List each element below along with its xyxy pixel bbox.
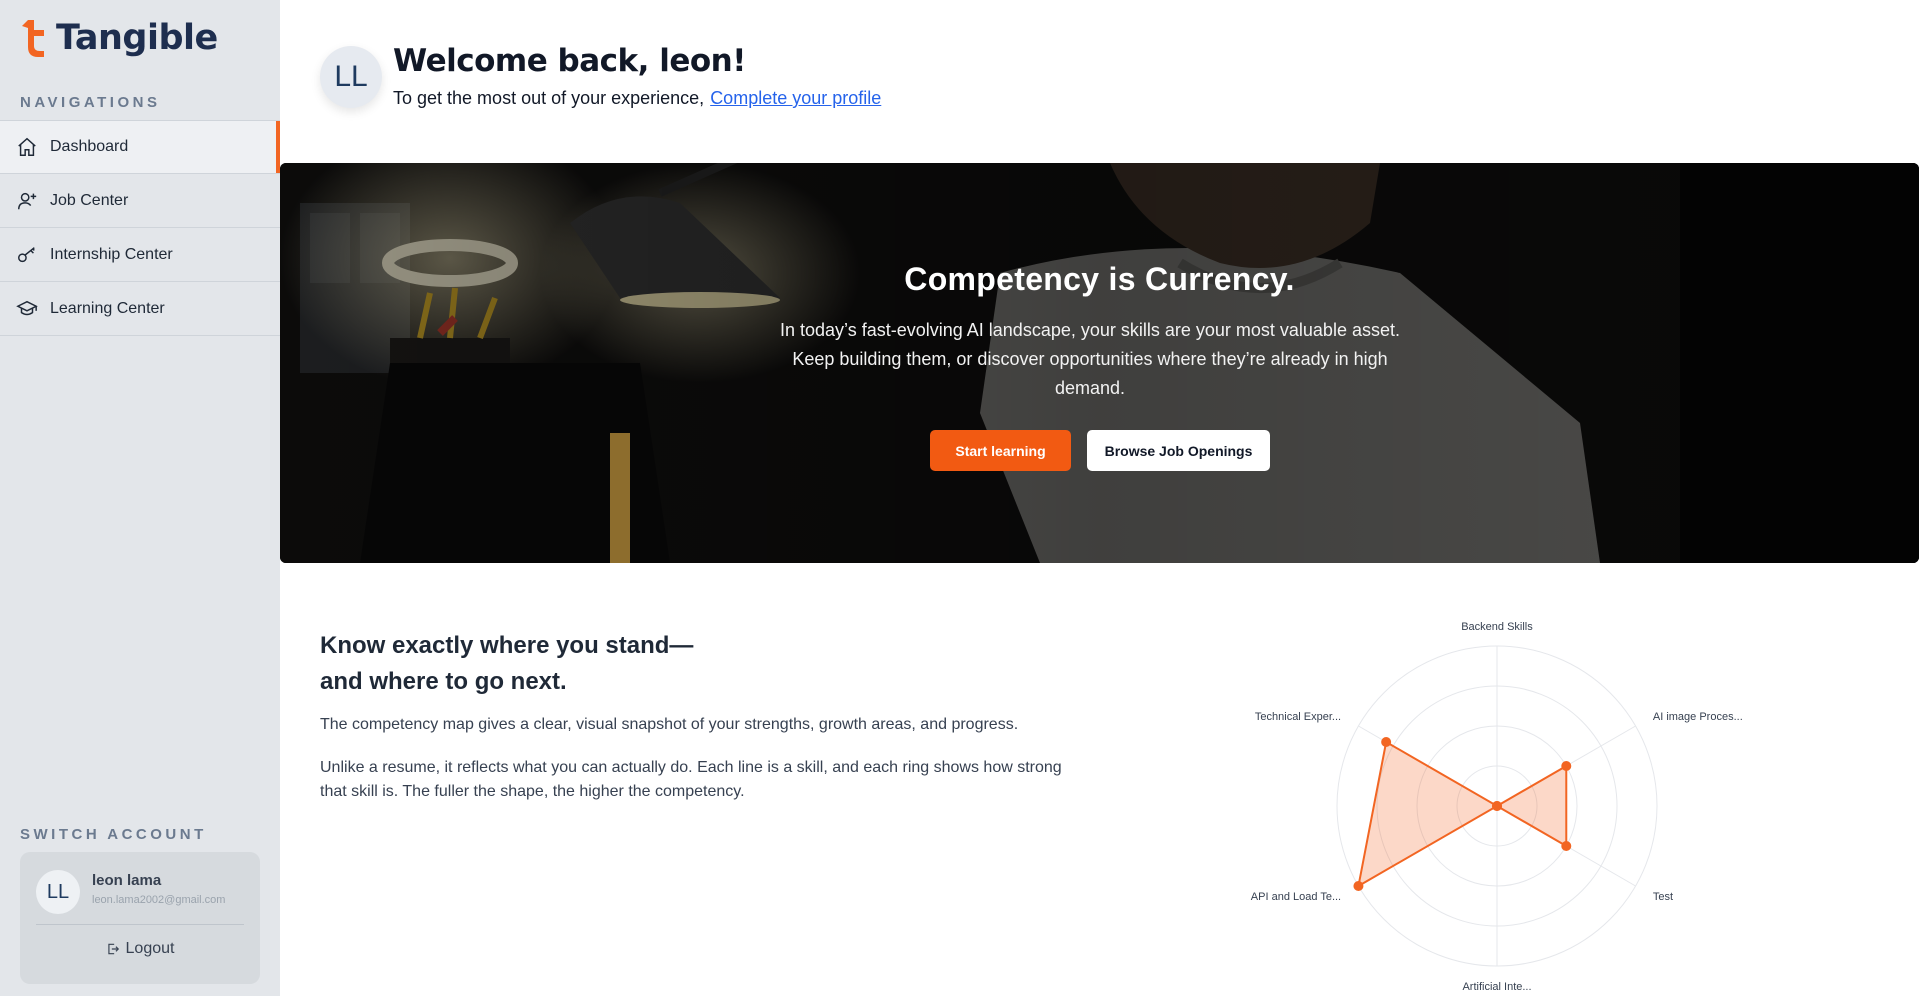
user-avatar[interactable]: LL: [320, 46, 382, 108]
nav-item-learning-center[interactable]: Learning Center: [0, 282, 280, 336]
competency-radar-chart: Backend Skills AI image Proces... Test Arti…: [1251, 621, 1743, 993]
nav-heading: NAVIGATIONS: [20, 94, 161, 111]
main-nav: Dashboard Job Center Internship Center L…: [0, 120, 280, 336]
nav-label: Internship Center: [50, 245, 173, 263]
graduation-cap-icon: [16, 298, 38, 320]
brand-name: Tangible: [56, 18, 218, 58]
competency-paragraph-1: The competency map gives a clear, visual…: [320, 716, 1019, 733]
competency-heading-line2: and where to go next.: [320, 668, 567, 695]
page-title: Welcome back, leon!: [393, 43, 746, 79]
nav-label: Dashboard: [50, 138, 129, 155]
key-icon: [16, 244, 38, 266]
radar-data-point: [1492, 801, 1502, 811]
home-icon: [16, 136, 38, 158]
radar-data-point: [1353, 881, 1364, 891]
nav-label: Learning Center: [50, 299, 165, 317]
radar-axis-label: Backend Skills: [1461, 621, 1533, 633]
user-plus-icon: [16, 190, 38, 212]
radar-axis-label: AI image Proces...: [1653, 711, 1743, 723]
nav-item-dashboard[interactable]: Dashboard: [0, 120, 280, 174]
welcome-subtitle: To get the most out of your experience, C…: [393, 88, 881, 109]
sidebar: Tangible NAVIGATIONS Dashboard Job Cente…: [0, 0, 280, 996]
radar-data-point: [1561, 841, 1572, 851]
competency-paragraph-2: Unlike a resume, it reflects what you ca…: [320, 759, 1062, 800]
browse-job-openings-button[interactable]: Browse Job Openings: [1087, 430, 1270, 471]
complete-profile-link[interactable]: Complete your profile: [710, 88, 881, 108]
account-avatar: LL: [36, 870, 80, 914]
logout-button[interactable]: Logout: [20, 940, 260, 958]
radar-axis-label: Artificial Inte...: [1462, 981, 1531, 993]
subtitle-text: To get the most out of your experience,: [393, 88, 705, 108]
radar-data-point: [1381, 737, 1392, 747]
hero-description: In today’s fast-evolving AI landscape, y…: [780, 320, 1400, 398]
competency-heading-line1: Know exactly where you stand—: [320, 632, 694, 659]
switch-account-heading: SWITCH ACCOUNT: [20, 826, 207, 843]
nav-label: Job Center: [50, 191, 129, 209]
radar-series-area: [1357, 740, 1568, 888]
radar-axis-label: API and Load Te...: [1251, 891, 1341, 903]
start-learning-button[interactable]: Start learning: [930, 430, 1071, 471]
logout-label: Logout: [125, 940, 175, 957]
brand-logo[interactable]: Tangible: [18, 18, 218, 58]
account-card[interactable]: LL leon lama leon.lama2002@gmail.com Log…: [20, 852, 260, 984]
hero-banner: Competency is Currency. In today’s fast-…: [280, 163, 1919, 563]
account-name: leon lama: [92, 872, 162, 889]
hero-title: Competency is Currency.: [904, 261, 1295, 297]
tangible-logo-icon: [22, 20, 44, 57]
logout-icon: [107, 943, 119, 955]
nav-item-internship-center[interactable]: Internship Center: [0, 228, 280, 282]
radar-axis-label: Test: [1653, 891, 1673, 903]
radar-axis-label: Technical Exper...: [1255, 711, 1341, 723]
nav-item-job-center[interactable]: Job Center: [0, 174, 280, 228]
radar-data-point: [1561, 761, 1572, 771]
competency-heading: Know exactly where you stand— and where …: [320, 628, 693, 700]
divider: [36, 924, 244, 925]
account-email: leon.lama2002@gmail.com: [92, 894, 226, 906]
